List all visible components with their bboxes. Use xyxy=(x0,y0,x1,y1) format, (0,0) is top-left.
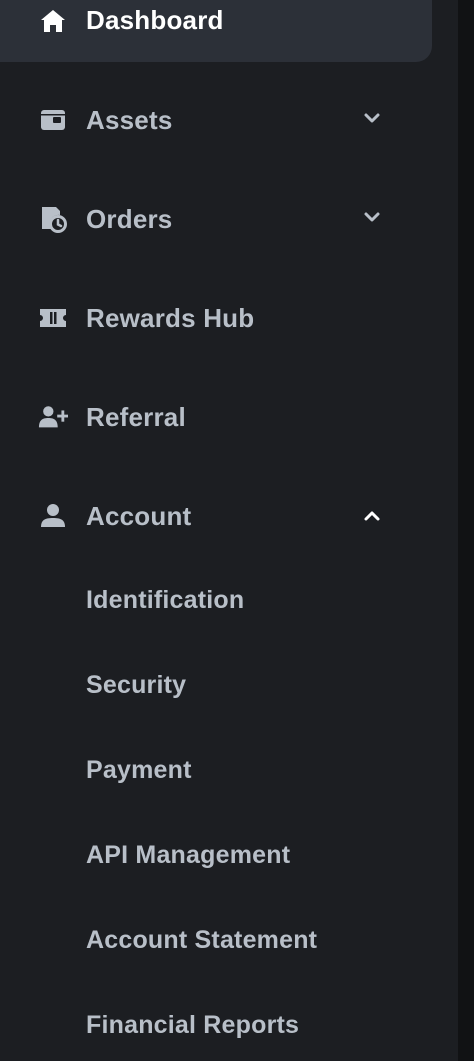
sidebar-item-label: Referral xyxy=(86,402,186,432)
sidebar-item-dashboard[interactable]: Dashboard xyxy=(0,0,432,62)
sidebar-item-label: Account xyxy=(86,501,192,531)
chevron-down-icon[interactable] xyxy=(360,106,384,130)
sidebar-item-label: Dashboard xyxy=(86,5,224,35)
sidebar-subitem-payment[interactable]: Payment xyxy=(86,756,192,785)
sidebar-nav: Dashboard Assets Orders Rewards Hub Refe… xyxy=(0,0,458,1061)
sidebar-subitem-financial-reports[interactable]: Financial Reports xyxy=(86,1011,299,1040)
sidebar-item-label: Orders xyxy=(86,204,173,234)
ticket-icon xyxy=(38,303,68,333)
chevron-down-icon[interactable] xyxy=(360,205,384,229)
sidebar-subitem-api-management[interactable]: API Management xyxy=(86,841,290,870)
order-history-icon xyxy=(38,204,68,234)
wallet-icon xyxy=(38,105,68,135)
user-icon xyxy=(38,501,68,531)
sidebar-subitem-identification[interactable]: Identification xyxy=(86,586,244,615)
home-icon xyxy=(38,6,68,36)
sidebar-item-account[interactable]: Account xyxy=(0,485,432,547)
sidebar-item-rewards-hub[interactable]: Rewards Hub xyxy=(0,287,432,349)
sidebar-item-label: Rewards Hub xyxy=(86,303,255,333)
add-user-icon xyxy=(38,402,68,432)
sidebar-item-orders[interactable]: Orders xyxy=(0,188,432,250)
scrollbar-track[interactable] xyxy=(458,0,474,1061)
sidebar-subitem-account-statement[interactable]: Account Statement xyxy=(86,926,317,955)
sidebar-item-label: Assets xyxy=(86,105,173,135)
sidebar-item-referral[interactable]: Referral xyxy=(0,386,432,448)
sidebar-item-assets[interactable]: Assets xyxy=(0,89,432,151)
sidebar-subitem-security[interactable]: Security xyxy=(86,671,186,700)
chevron-up-icon[interactable] xyxy=(360,504,384,528)
